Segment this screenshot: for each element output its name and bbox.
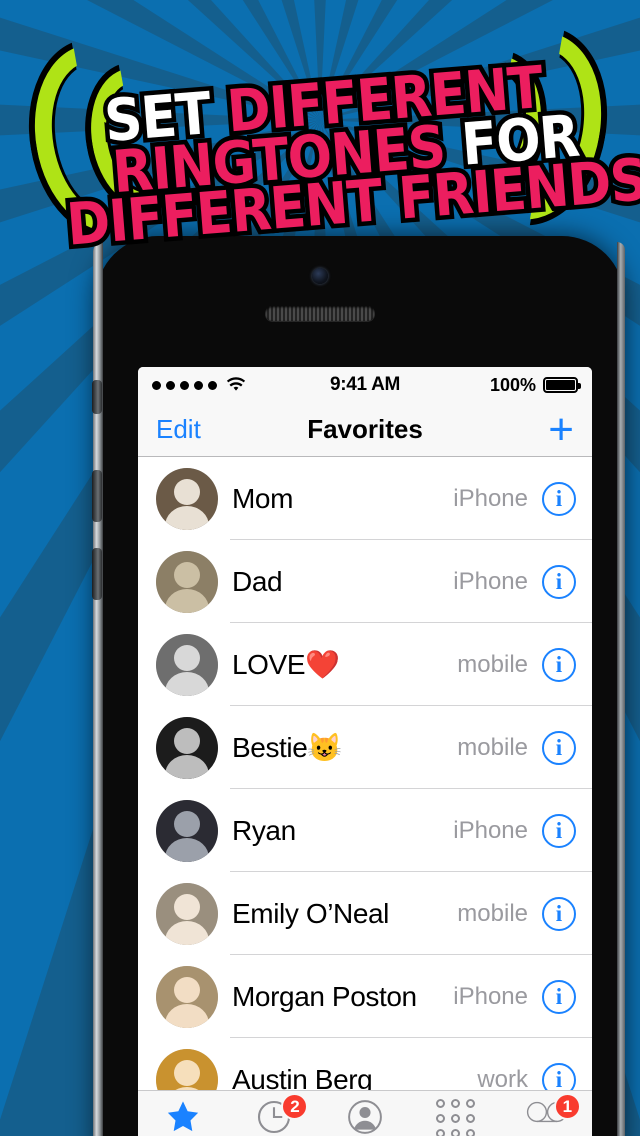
promo-screenshot: SET DIFFERENT RINGTONES FOR DIFFERENT FR… <box>0 0 640 1136</box>
iphone-left-metal-band <box>93 242 103 1136</box>
favorite-row[interactable]: Morgan Poston iPhone i <box>138 955 592 1038</box>
navigation-bar: Edit Favorites + <box>138 403 592 457</box>
favorite-name: Dad <box>232 565 283 597</box>
favorites-list: Mom iPhone i Dad iPhone i LOVE❤️ mobile i Bestie😺… <box>138 457 592 1136</box>
favorite-row[interactable]: Emily O’Neal mobile i <box>138 872 592 955</box>
avatar <box>156 799 218 862</box>
info-button[interactable]: i <box>542 730 576 765</box>
avatar <box>156 716 218 779</box>
favorite-phone-label: iPhone <box>453 567 528 595</box>
front-camera-icon <box>312 268 328 284</box>
tab-keypad[interactable] <box>410 1091 501 1136</box>
tab-voicemail[interactable]: 1 <box>501 1091 592 1136</box>
favorite-name: Morgan Poston <box>232 980 417 1012</box>
favorite-phone-label: mobile <box>457 899 528 927</box>
info-button[interactable]: i <box>542 647 576 682</box>
person-icon <box>348 1100 382 1134</box>
favorite-row[interactable]: LOVE❤️ mobile i <box>138 623 592 706</box>
avatar <box>156 882 218 945</box>
favorite-name: LOVE❤️ <box>232 649 340 680</box>
info-button[interactable]: i <box>542 813 576 848</box>
favorite-name: Emily O’Neal <box>232 897 390 929</box>
volume-up-button[interactable] <box>92 470 102 522</box>
avatar <box>156 965 218 1028</box>
favorite-name: Mom <box>232 482 294 514</box>
favorite-phone-label: iPhone <box>453 484 528 512</box>
phone-screen: 9:41 AM 100% Edit Favorites + Mom iPhone i… <box>138 367 592 1136</box>
favorite-row[interactable]: Bestie😺 mobile i <box>138 706 592 789</box>
tab-favorites[interactable] <box>138 1091 229 1136</box>
favorite-row[interactable]: Mom iPhone i <box>138 457 592 540</box>
favorite-row[interactable]: Ryan iPhone i <box>138 789 592 872</box>
add-favorite-button[interactable]: + <box>548 407 574 451</box>
info-button[interactable]: i <box>542 564 576 599</box>
info-button[interactable]: i <box>542 481 576 516</box>
keypad-icon <box>436 1099 476 1136</box>
tab-badge: 2 <box>281 1093 309 1120</box>
info-button[interactable]: i <box>542 979 576 1014</box>
volume-down-button[interactable] <box>92 548 102 600</box>
avatar <box>156 550 218 613</box>
tab-badge: 1 <box>553 1093 581 1120</box>
tab-recents[interactable]: 2 <box>229 1091 320 1136</box>
earpiece-speaker <box>265 306 375 321</box>
page-title: Favorites <box>307 414 423 444</box>
favorite-name: Bestie😺 <box>232 732 342 763</box>
avatar <box>156 467 218 530</box>
battery-icon <box>543 377 581 393</box>
favorite-row[interactable]: Dad iPhone i <box>138 540 592 623</box>
status-bar: 9:41 AM 100% <box>138 367 592 403</box>
info-button[interactable]: i <box>542 896 576 931</box>
promo-headline: SET DIFFERENT RINGTONES FOR DIFFERENT FR… <box>0 0 640 263</box>
battery-percent-label: 100% <box>489 374 536 395</box>
avatar <box>156 633 218 696</box>
iphone-right-metal-band <box>617 242 625 1136</box>
star-icon <box>168 1101 199 1132</box>
favorite-phone-label: mobile <box>457 650 528 678</box>
tab-contacts[interactable] <box>320 1091 411 1136</box>
favorite-phone-label: iPhone <box>453 982 528 1010</box>
favorite-phone-label: mobile <box>457 733 528 761</box>
battery-area: 100% <box>489 374 581 396</box>
mute-switch[interactable] <box>92 380 102 414</box>
tab-bar: 21 <box>138 1090 592 1136</box>
favorite-phone-label: iPhone <box>453 816 528 844</box>
favorite-name: Ryan <box>232 814 296 846</box>
